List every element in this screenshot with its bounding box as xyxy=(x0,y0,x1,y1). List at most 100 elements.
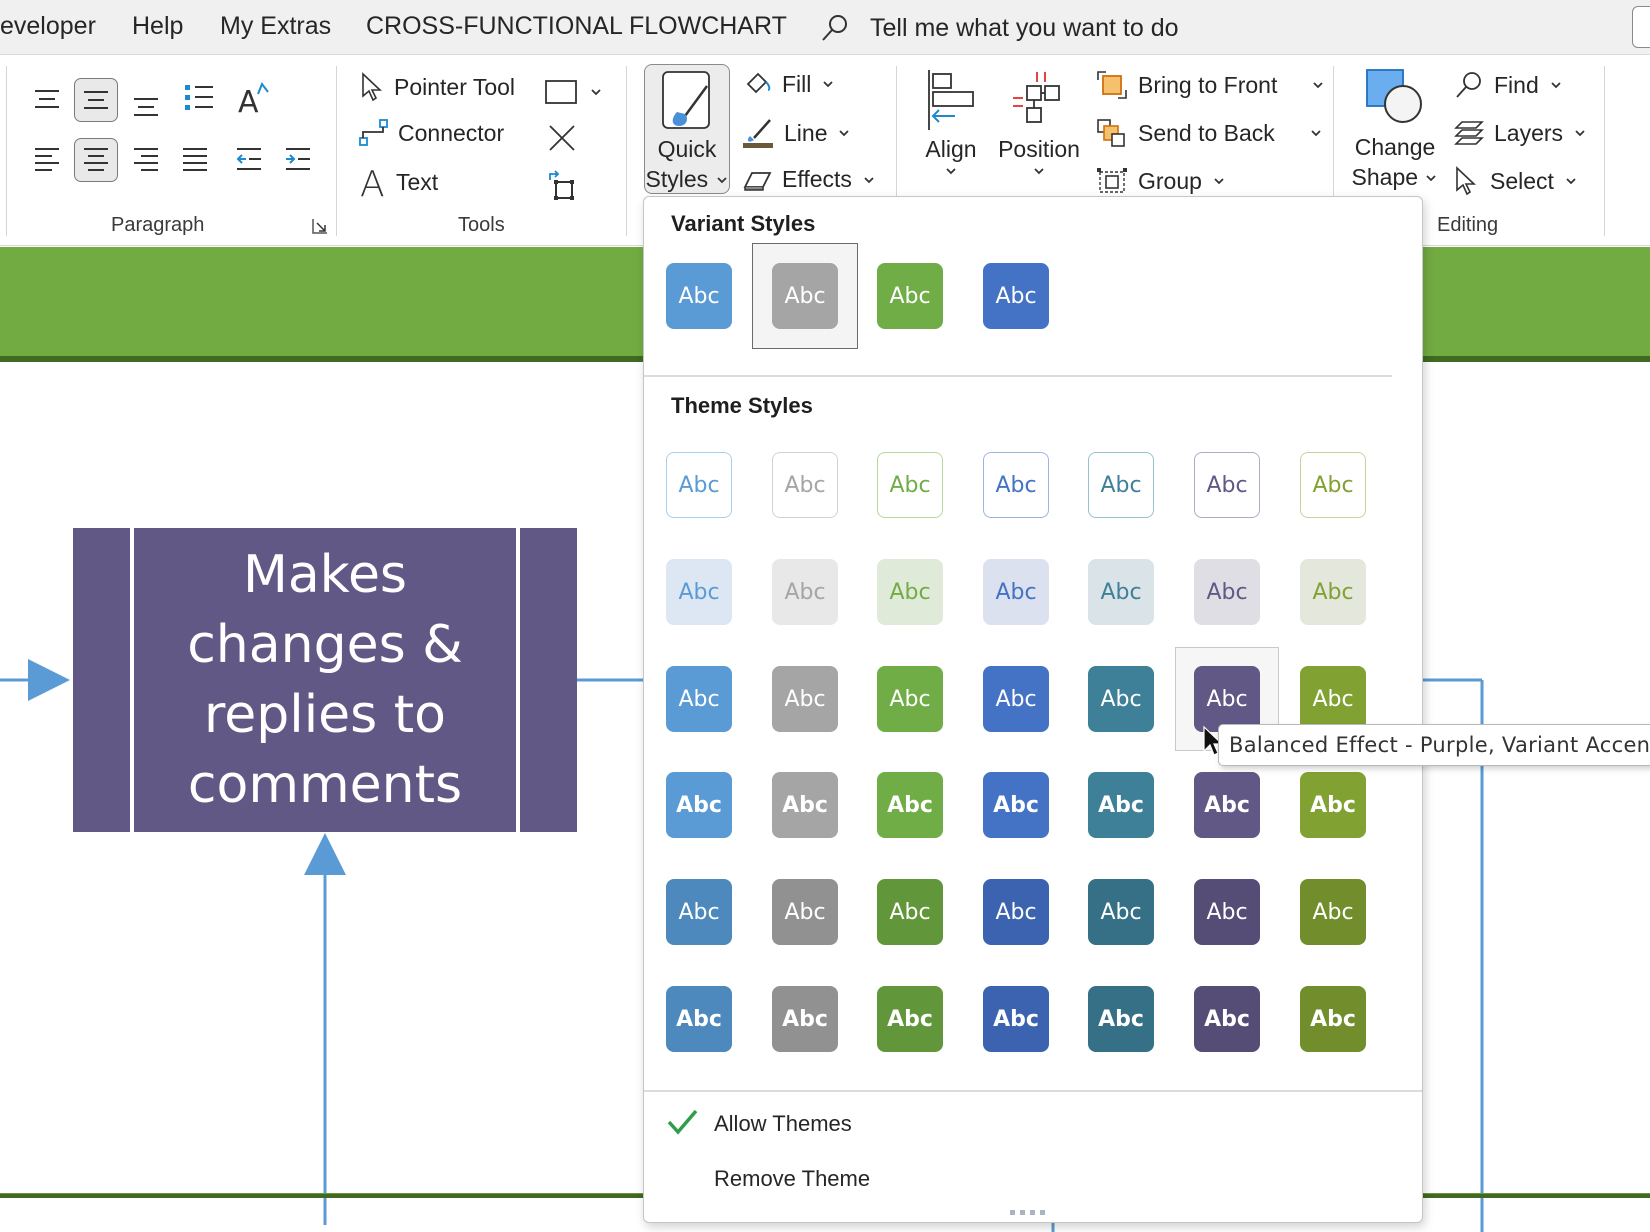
group-button[interactable]: Group xyxy=(1096,166,1226,196)
theme-style-swatch[interactable]: Abc xyxy=(772,772,838,838)
theme-style-swatch[interactable]: Abc xyxy=(772,986,838,1052)
tell-me-search[interactable]: Tell me what you want to do xyxy=(820,8,1179,48)
effects-button[interactable]: Effects xyxy=(742,166,876,193)
connection-point-button[interactable] xyxy=(540,164,584,208)
text-tool-icon: A xyxy=(360,164,385,200)
theme-style-swatch[interactable]: Abc xyxy=(1194,666,1260,732)
theme-style-swatch[interactable]: Abc xyxy=(1300,772,1366,838)
theme-style-swatch[interactable]: Abc xyxy=(1194,559,1260,625)
theme-style-swatch[interactable]: Abc xyxy=(1088,986,1154,1052)
theme-style-swatch[interactable]: Abc xyxy=(666,666,732,732)
group-separator xyxy=(1604,66,1605,236)
align-middle-button[interactable] xyxy=(74,78,118,122)
theme-style-swatch[interactable]: Abc xyxy=(877,559,943,625)
select-button[interactable]: Select xyxy=(1454,166,1578,196)
theme-style-swatch[interactable]: Abc xyxy=(1088,879,1154,945)
text-tool-label: Text xyxy=(396,168,439,195)
theme-style-swatch[interactable]: Abc xyxy=(877,879,943,945)
dialog-launcher-icon[interactable] xyxy=(312,218,328,234)
align-top-button[interactable] xyxy=(25,78,69,122)
variant-style-swatch[interactable]: Abc xyxy=(877,263,943,329)
theme-style-swatch[interactable]: Abc xyxy=(1088,452,1154,518)
send-to-back-button[interactable]: Send to Back xyxy=(1096,118,1323,148)
line-button[interactable]: Line xyxy=(742,118,851,148)
change-shape-button[interactable]: Change Shape xyxy=(1348,66,1442,192)
tab-cross-functional-flowchart[interactable]: CROSS-FUNCTIONAL FLOWCHART xyxy=(366,12,787,41)
theme-style-swatch[interactable]: Abc xyxy=(877,452,943,518)
fill-button[interactable]: Fill xyxy=(744,70,835,98)
quick-styles-label-wrap[interactable]: Quick Styles xyxy=(644,68,730,194)
tab-help[interactable]: Help xyxy=(132,12,183,41)
layers-label: Layers xyxy=(1494,119,1564,146)
resize-grip[interactable] xyxy=(1010,1210,1050,1216)
align-left-button[interactable] xyxy=(25,138,69,182)
theme-style-swatch[interactable]: Abc xyxy=(983,986,1049,1052)
bullets-button[interactable] xyxy=(177,76,221,120)
connector-button[interactable]: Connector xyxy=(358,118,504,148)
layers-button[interactable]: Layers xyxy=(1454,118,1587,148)
theme-style-swatch[interactable]: Abc xyxy=(983,452,1049,518)
theme-style-swatch[interactable]: Abc xyxy=(772,452,838,518)
theme-style-swatch[interactable]: Abc xyxy=(983,772,1049,838)
find-button[interactable]: Find xyxy=(1454,70,1563,100)
line-tool-button[interactable] xyxy=(540,116,584,160)
theme-style-swatch[interactable]: Abc xyxy=(1300,559,1366,625)
theme-style-swatch[interactable]: Abc xyxy=(772,879,838,945)
theme-style-swatch[interactable]: Abc xyxy=(1088,772,1154,838)
position-button[interactable]: Position xyxy=(996,68,1082,178)
theme-style-swatch[interactable]: Abc xyxy=(1300,452,1366,518)
pointer-tool-button[interactable]: Pointer Tool xyxy=(360,72,515,102)
variant-style-swatch[interactable]: Abc xyxy=(772,263,838,329)
theme-style-swatch[interactable]: Abc xyxy=(983,559,1049,625)
increase-indent-button[interactable] xyxy=(276,138,320,182)
align-right-icon xyxy=(134,148,158,171)
theme-style-swatch[interactable]: Abc xyxy=(877,666,943,732)
theme-style-swatch[interactable]: Abc xyxy=(983,879,1049,945)
style-tooltip: Balanced Effect - Purple, Variant Accent… xyxy=(1218,724,1650,766)
theme-style-swatch[interactable]: Abc xyxy=(666,772,732,838)
theme-style-swatch[interactable]: Abc xyxy=(877,772,943,838)
theme-style-swatch[interactable]: Abc xyxy=(1194,986,1260,1052)
decrease-indent-button[interactable] xyxy=(227,138,271,182)
theme-style-swatch[interactable]: Abc xyxy=(666,452,732,518)
bring-to-front-button[interactable]: Bring to Front xyxy=(1096,70,1325,100)
theme-style-swatch[interactable]: Abc xyxy=(666,879,732,945)
quick-styles-icon xyxy=(662,71,710,129)
theme-styles-heading: Theme Styles xyxy=(671,393,813,418)
theme-style-swatch[interactable]: Abc xyxy=(1088,666,1154,732)
effects-label: Effects xyxy=(782,166,852,192)
theme-style-swatch[interactable]: Abc xyxy=(666,559,732,625)
rectangle-tool-button[interactable] xyxy=(540,70,610,114)
theme-style-swatch[interactable]: Abc xyxy=(1300,986,1366,1052)
align-center-button[interactable] xyxy=(74,138,118,182)
theme-style-swatch[interactable]: Abc xyxy=(1088,559,1154,625)
align-shapes-icon xyxy=(928,70,974,130)
text-direction-button[interactable]: A xyxy=(232,76,276,120)
theme-style-swatch[interactable]: Abc xyxy=(666,986,732,1052)
align-right-button[interactable] xyxy=(124,138,168,182)
theme-style-swatch[interactable]: Abc xyxy=(1194,772,1260,838)
theme-style-swatch[interactable]: Abc xyxy=(1194,452,1260,518)
justify-button[interactable] xyxy=(173,138,217,182)
tab-developer[interactable]: eveloper xyxy=(0,12,96,41)
share-button[interactable] xyxy=(1632,6,1650,48)
theme-style-swatch[interactable]: Abc xyxy=(1194,879,1260,945)
theme-style-swatch[interactable]: Abc xyxy=(772,666,838,732)
theme-style-swatch[interactable]: Abc xyxy=(772,559,838,625)
variant-style-swatch[interactable]: Abc xyxy=(666,263,732,329)
theme-style-swatch[interactable]: Abc xyxy=(1300,666,1366,732)
quick-styles-line2: Styles xyxy=(645,164,728,194)
chevron-down-icon xyxy=(864,176,874,183)
allow-themes-item[interactable]: Allow Themes xyxy=(667,1109,852,1137)
chevron-down-icon xyxy=(1575,130,1585,137)
remove-theme-item[interactable]: Remove Theme xyxy=(714,1166,870,1192)
subprocess-shape[interactable]: Makes changes & replies to comments xyxy=(73,528,577,832)
theme-style-swatch[interactable]: Abc xyxy=(1300,879,1366,945)
tab-my-extras[interactable]: My Extras xyxy=(220,12,331,41)
theme-style-swatch[interactable]: Abc xyxy=(877,986,943,1052)
align-bottom-button[interactable] xyxy=(124,84,168,128)
variant-style-swatch[interactable]: Abc xyxy=(983,263,1049,329)
theme-style-swatch[interactable]: Abc xyxy=(983,666,1049,732)
align-button[interactable]: Align xyxy=(916,68,986,178)
text-tool-button[interactable]: A Text xyxy=(360,164,438,200)
